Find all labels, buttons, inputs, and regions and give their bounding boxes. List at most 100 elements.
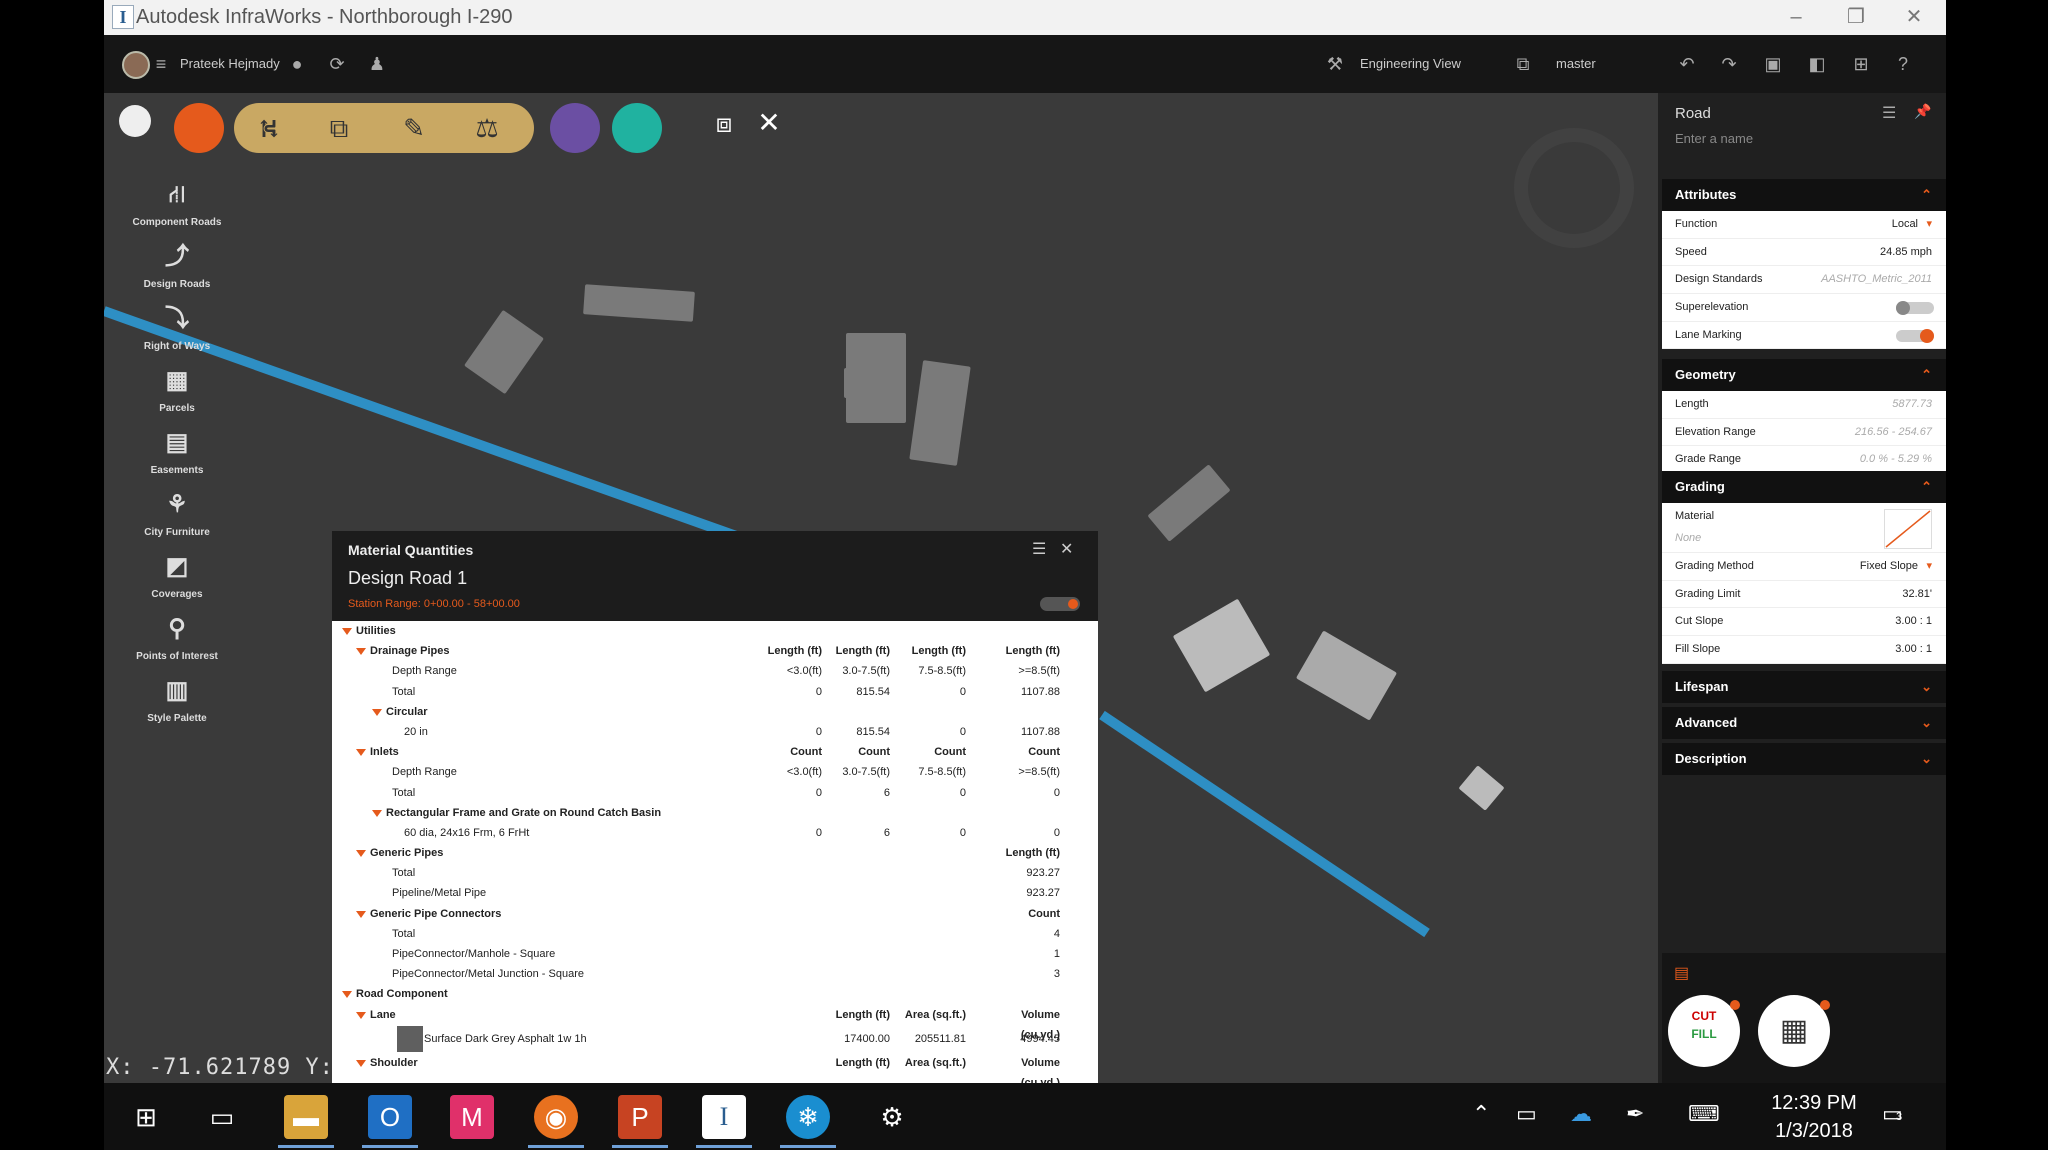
property-row[interactable]: Cut Slope 3.00 : 1 (1662, 608, 1946, 637)
sidebar-item-coverages[interactable]: ◩ Coverages (124, 549, 230, 600)
property-row[interactable]: Superelevation (1662, 294, 1946, 322)
tree-group-row[interactable]: Lane Length (ft) Area (sq.ft.) Volume (cu.y… (332, 1005, 1098, 1041)
sidebar-item-easements[interactable]: ▤ Easements (124, 425, 230, 476)
battery-icon[interactable]: ▭ (1516, 1101, 1537, 1127)
expand-triangle-icon[interactable] (372, 708, 382, 716)
sidebar-item-city-furniture[interactable]: ⚘ City Furniture (124, 487, 230, 538)
section-description[interactable]: Description ⌄ (1662, 743, 1946, 775)
engineering-view-label[interactable]: Engineering View (1360, 56, 1461, 71)
section-advanced[interactable]: Advanced ⌄ (1662, 707, 1946, 739)
compass-widget[interactable] (1514, 128, 1634, 248)
status-icon[interactable]: ● (284, 51, 310, 77)
station-from[interactable]: 0+00.00 (424, 598, 464, 610)
restore-button[interactable]: ❐ (1826, 0, 1886, 35)
property-row[interactable]: Length 5877.73 (1662, 391, 1946, 419)
onedrive-icon[interactable]: ☁ (1570, 1101, 1592, 1127)
section-attributes[interactable]: Attributes ⌃ (1662, 179, 1946, 211)
property-row[interactable]: Grading Limit 32.81' (1662, 580, 1946, 609)
outlook-icon[interactable]: O (368, 1095, 412, 1139)
property-row[interactable]: Design Standards AASHTO_Metric_2011 (1662, 266, 1946, 295)
balance-icon[interactable]: ⚖ (452, 112, 522, 144)
sidebar-item-component-roads[interactable]: ⛙ Component Roads (124, 177, 230, 228)
undo-icon[interactable]: ↶ (1674, 51, 1700, 77)
settings-icon[interactable]: ✕ (749, 103, 789, 143)
save-icon[interactable]: ▣ (1760, 51, 1786, 77)
dropdown-arrow-icon[interactable]: ▾ (1926, 211, 1932, 238)
toggle-switch[interactable] (1896, 301, 1934, 316)
windows-start-icon[interactable]: ⊞ (124, 1095, 168, 1139)
property-row[interactable]: Elevation Range 216.56 - 254.67 (1662, 418, 1946, 447)
expand-triangle-icon[interactable] (356, 1059, 366, 1067)
snowflake-app-icon[interactable]: ❄ (786, 1095, 830, 1139)
settings-icon[interactable]: ⚙ (870, 1095, 914, 1139)
name-input[interactable]: Enter a name (1675, 131, 1753, 146)
infraworks-taskbar-icon[interactable]: I (702, 1095, 746, 1139)
expand-triangle-icon[interactable] (356, 850, 366, 858)
panel-icon[interactable]: ◧ (1804, 51, 1830, 77)
clock[interactable]: 12:39 PM 1/3/2018 (1754, 1089, 1874, 1145)
tree-group-row[interactable]: Inlets Count Count Count Count (332, 742, 1098, 762)
user-icon[interactable]: ♟ (364, 51, 390, 77)
tree-group-row[interactable]: Drainage Pipes Length (ft) Length (ft) Leng… (332, 641, 1098, 661)
expand-triangle-icon[interactable] (356, 1011, 366, 1019)
bridge-icon[interactable] (550, 103, 600, 153)
station-to[interactable]: 58+00.00 (474, 598, 520, 610)
powerpoint-icon[interactable]: P (618, 1095, 662, 1139)
engineering-view-icon[interactable]: ⚒ (1322, 51, 1348, 77)
redo-icon[interactable]: ↷ (1716, 51, 1742, 77)
dropdown-arrow-icon[interactable]: ▾ (1926, 553, 1932, 580)
property-row[interactable]: Lane Marking (1662, 321, 1946, 350)
expand-triangle-icon[interactable] (356, 749, 366, 757)
pin-icon[interactable]: 📌 (1914, 103, 1931, 120)
material-swatch[interactable] (1884, 509, 1932, 549)
avatar[interactable] (122, 51, 150, 79)
firefox-icon[interactable]: ◉ (534, 1095, 578, 1139)
notifications-icon[interactable]: ▭ 3 (1882, 1101, 1903, 1127)
toggle-switch[interactable] (1896, 328, 1934, 343)
section-geometry[interactable]: Geometry ⌃ (1662, 359, 1946, 391)
sync-icon[interactable]: ⟳ (324, 51, 350, 77)
tree-group-row[interactable]: Rectangular Frame and Grate on Round Cat… (332, 803, 1098, 823)
home-icon[interactable] (119, 105, 151, 137)
app-m-icon[interactable]: M (450, 1095, 494, 1139)
sidebar-item-design-roads[interactable]: ⤴ Design Roads (124, 239, 230, 290)
sidebar-item-style-palette[interactable]: ▥ Style Palette (124, 673, 230, 724)
property-row[interactable]: Grading Method Fixed Slope ▾ (1662, 553, 1946, 581)
pen-icon[interactable]: ✒ (1626, 1101, 1644, 1127)
file-explorer-icon[interactable]: ▬ (284, 1095, 328, 1139)
branch-icon[interactable]: ⧉ (1510, 51, 1536, 77)
tree-group-row[interactable]: Road Component (332, 984, 1098, 1004)
close-icon[interactable]: ✕ (1060, 539, 1073, 559)
task-view-icon[interactable]: ▭ (200, 1095, 244, 1139)
expand-triangle-icon[interactable] (342, 991, 352, 999)
tree-group-row[interactable]: Generic Pipes Length (ft) (332, 843, 1098, 863)
sidebar-item-points-of-interest[interactable]: ⚲ Points of Interest (124, 611, 230, 662)
branch-label[interactable]: master (1556, 56, 1596, 71)
property-row[interactable]: Grade Range 0.0 % - 5.29 % (1662, 446, 1946, 475)
minimize-button[interactable]: – (1766, 0, 1826, 35)
station-range-toggle[interactable] (1040, 597, 1080, 611)
report-icon[interactable]: ▤ (1674, 963, 1689, 983)
close-window-button[interactable]: ✕ (1884, 0, 1944, 35)
property-row[interactable]: Speed 24.85 mph (1662, 238, 1946, 267)
tree-group-row[interactable]: Circular (332, 702, 1098, 722)
material-row[interactable]: Material None (1662, 503, 1946, 553)
property-row[interactable]: Fill Slope 3.00 : 1 (1662, 636, 1946, 664)
infraworks-icon[interactable] (174, 103, 224, 153)
sidebar-item-parcels[interactable]: ▦ Parcels (124, 363, 230, 414)
section-lifespan[interactable]: Lifespan ⌄ (1662, 671, 1946, 703)
expand-triangle-icon[interactable] (372, 809, 382, 817)
expand-triangle-icon[interactable] (342, 628, 352, 635)
expand-triangle-icon[interactable] (356, 648, 366, 656)
tree-group-row[interactable]: Generic Pipe Connectors Count (332, 904, 1098, 924)
present-icon[interactable]: ⧈ (704, 103, 744, 143)
section-grading[interactable]: Grading ⌃ (1662, 471, 1946, 503)
user-name[interactable]: Prateek Hejmady (180, 56, 280, 71)
sketch-icon[interactable]: ✎ (379, 112, 449, 144)
layout-icon[interactable]: ⊞ (1848, 51, 1874, 77)
sidebar-item-right-of-ways[interactable]: ⤵ Right of Ways (124, 301, 230, 352)
menu-icon[interactable]: ☰ (1882, 103, 1896, 123)
expand-triangle-icon[interactable] (356, 910, 366, 918)
layers-icon[interactable]: ⧉ (304, 112, 374, 144)
keyboard-icon[interactable]: ⌨ (1688, 1101, 1720, 1127)
